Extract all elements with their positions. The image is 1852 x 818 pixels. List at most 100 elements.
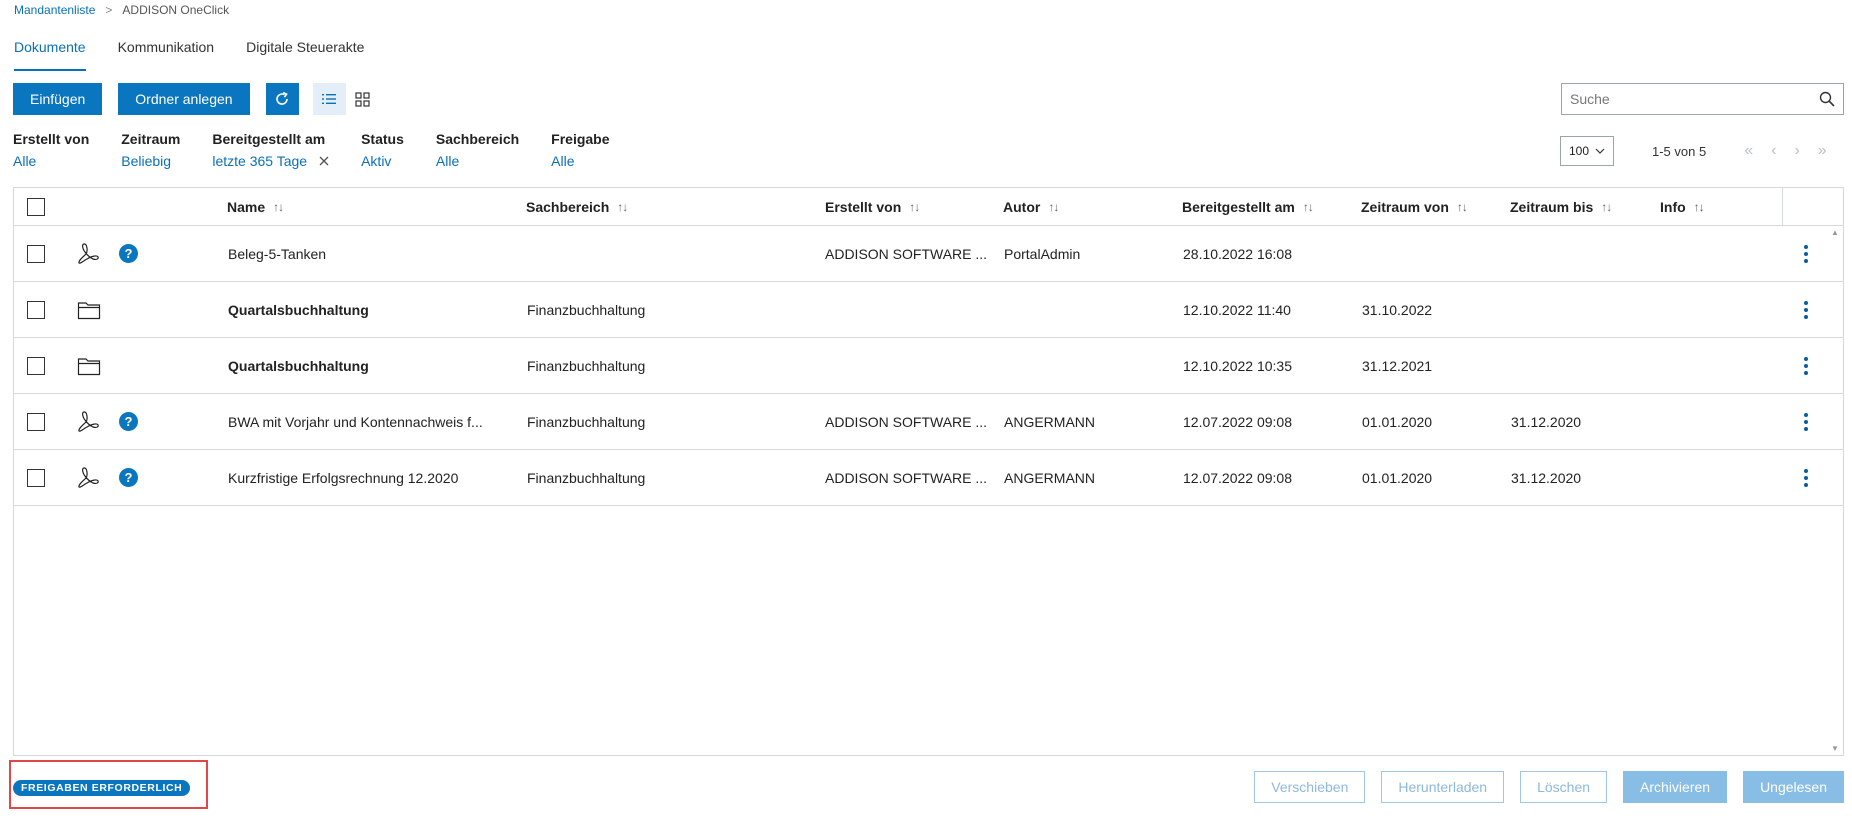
table-row[interactable]: Quartalsbuchhaltung Finanzbuchhaltung 12.1…: [14, 282, 1843, 338]
cell-zeitraum-bis: 31.12.2020: [1511, 413, 1582, 430]
cell-name[interactable]: Quartalsbuchhaltung: [228, 338, 369, 393]
sort-icon: ↑↓: [1601, 199, 1612, 214]
row-checkbox[interactable]: [27, 356, 45, 375]
kebab-menu-icon[interactable]: [1804, 338, 1808, 393]
help-icon[interactable]: ?: [119, 412, 138, 431]
cell-name[interactable]: BWA mit Vorjahr und Kontennachweis f...: [228, 394, 483, 449]
filter-value[interactable]: Alle: [551, 153, 609, 169]
delete-button[interactable]: Löschen: [1520, 771, 1608, 803]
sort-icon: ↑↓: [273, 199, 284, 214]
filter-label: Sachbereich: [435, 131, 520, 147]
sort-icon: ↑↓: [909, 199, 920, 214]
list-view-button[interactable]: [312, 83, 346, 115]
filter-value-text: Beliebig: [121, 153, 172, 169]
column-header-label: Zeitraum bis: [1510, 198, 1594, 215]
first-page-icon[interactable]: «: [1744, 142, 1753, 160]
row-select-cell: [27, 394, 45, 449]
page-size-select[interactable]: 100: [1560, 136, 1614, 166]
cell-zeitraum-von: 01.01.2020: [1362, 469, 1433, 486]
sort-icon: ↑↓: [1693, 199, 1705, 214]
column-header-label: Sachbereich: [526, 198, 610, 215]
select-all-checkbox[interactable]: [27, 197, 45, 216]
refresh-button[interactable]: [265, 83, 299, 115]
kebab-menu-icon[interactable]: [1804, 282, 1808, 337]
refresh-icon: [276, 91, 288, 105]
cell-name[interactable]: Kurzfristige Erfolgsrechnung 12.2020: [228, 450, 458, 505]
kebab-menu-icon[interactable]: [1804, 394, 1808, 449]
filter-value[interactable]: Beliebig: [121, 153, 180, 169]
search-icon[interactable]: [1819, 91, 1835, 107]
column-header-zeitraum-bis[interactable]: Zeitraum bis ↑↓: [1510, 188, 1612, 225]
column-header-zeitraum-von[interactable]: Zeitraum von ↑↓: [1361, 188, 1468, 225]
move-button[interactable]: Verschieben: [1254, 771, 1366, 803]
tab-kommunikation[interactable]: Kommunikation: [118, 36, 215, 70]
breadcrumb-link-mandantenliste[interactable]: Mandantenliste: [14, 3, 95, 17]
create-folder-button[interactable]: Ordner anlegen: [118, 83, 250, 115]
download-button[interactable]: Herunterladen: [1381, 771, 1505, 803]
column-header-autor[interactable]: Autor ↑↓: [1003, 188, 1059, 225]
column-header-erstellt-von[interactable]: Erstellt von ↑↓: [825, 188, 920, 225]
cell-name[interactable]: Beleg-5-Tanken: [228, 226, 326, 281]
clear-icon[interactable]: [319, 156, 329, 166]
help-icon[interactable]: ?: [119, 468, 138, 487]
column-header-bereitgestellt-am[interactable]: Bereitgestellt am ↑↓: [1182, 188, 1314, 225]
column-header-label: Name: [227, 198, 266, 215]
filter-status: Status Aktiv: [361, 131, 404, 169]
filter-value[interactable]: letzte 365 Tage: [212, 153, 329, 169]
breadcrumb: Mandantenliste > ADDISON OneClick: [14, 2, 229, 18]
table-row[interactable]: ? Kurzfristige Erfolgsrechnung 12.2020 Fin…: [14, 450, 1843, 506]
row-checkbox[interactable]: [27, 244, 45, 263]
grid-view-button[interactable]: [346, 83, 379, 115]
last-page-icon[interactable]: »: [1818, 142, 1827, 160]
filter-label: Status: [361, 131, 404, 147]
row-checkbox[interactable]: [27, 412, 45, 431]
archive-button[interactable]: Archivieren: [1623, 771, 1728, 803]
help-cell: ?: [119, 226, 138, 281]
column-header-label: Bereitgestellt am: [1182, 198, 1295, 215]
sort-icon: ↑↓: [1048, 199, 1059, 214]
approval-required-badge[interactable]: FREIGABEN ERFORDERLICH: [13, 780, 191, 796]
cell-bereitgestellt-am: 12.10.2022 10:35: [1183, 357, 1292, 374]
tab-digitale-steuerakte[interactable]: Digitale Steuerakte: [246, 36, 364, 70]
scroll-up-icon[interactable]: ▲: [1831, 228, 1839, 237]
filter-label: Erstellt von: [13, 131, 90, 147]
filter-zeitraum: Zeitraum Beliebig: [121, 131, 180, 169]
row-checkbox[interactable]: [27, 300, 45, 319]
table-row[interactable]: ? BWA mit Vorjahr und Kontennachweis f...…: [14, 394, 1843, 450]
documents-table: Name ↑↓ Sachbereich ↑↓ Erstellt von ↑↓ Auto…: [13, 187, 1844, 756]
search-input[interactable]: Suche: [1561, 83, 1844, 115]
tab-dokumente[interactable]: Dokumente: [14, 36, 86, 71]
table-row[interactable]: Quartalsbuchhaltung Finanzbuchhaltung 12.1…: [14, 338, 1843, 394]
filter-value-text: letzte 365 Tage: [212, 153, 308, 169]
column-header-info[interactable]: Info ↑↓: [1660, 188, 1705, 225]
insert-button[interactable]: Einfügen: [13, 83, 103, 115]
kebab-menu-icon[interactable]: [1804, 226, 1808, 281]
column-header-sachbereich[interactable]: Sachbereich ↑↓: [526, 188, 628, 225]
filter-value[interactable]: Aktiv: [361, 153, 404, 169]
column-header-name[interactable]: Name ↑↓: [227, 188, 284, 225]
filter-value[interactable]: Alle: [13, 153, 89, 169]
table-row[interactable]: ? Beleg-5-Tanken ADDISON SOFTWARE ... Porta…: [14, 226, 1843, 282]
footer-actions: Verschieben Herunterladen Löschen Archiv…: [1254, 771, 1844, 803]
folder-icon: [77, 282, 101, 337]
mark-unread-button[interactable]: Ungelesen: [1743, 771, 1844, 803]
folder-icon: [77, 338, 101, 393]
pdf-icon: [77, 394, 101, 449]
kebab-menu-icon[interactable]: [1804, 450, 1808, 505]
cell-autor: ANGERMANN: [1004, 413, 1096, 430]
scrollbar[interactable]: ▲ ▼: [1827, 226, 1843, 755]
filter-freigabe: Freigabe Alle: [551, 131, 609, 169]
scroll-down-icon[interactable]: ▼: [1831, 744, 1839, 753]
filter-value-text: Aktiv: [361, 153, 392, 169]
filter-value[interactable]: Alle: [436, 153, 519, 169]
next-page-icon[interactable]: ›: [1794, 142, 1799, 160]
cell-name[interactable]: Quartalsbuchhaltung: [228, 282, 369, 337]
prev-page-icon[interactable]: ‹: [1771, 142, 1776, 160]
sort-icon: ↑↓: [1302, 199, 1314, 214]
cell-erstellt-von: ADDISON SOFTWARE ...: [825, 469, 988, 486]
pdf-icon: [77, 450, 101, 505]
row-checkbox[interactable]: [27, 468, 45, 487]
help-icon[interactable]: ?: [119, 244, 138, 263]
table-header: Name ↑↓ Sachbereich ↑↓ Erstellt von ↑↓ Auto…: [14, 188, 1843, 226]
sort-icon: ↑↓: [617, 199, 628, 214]
